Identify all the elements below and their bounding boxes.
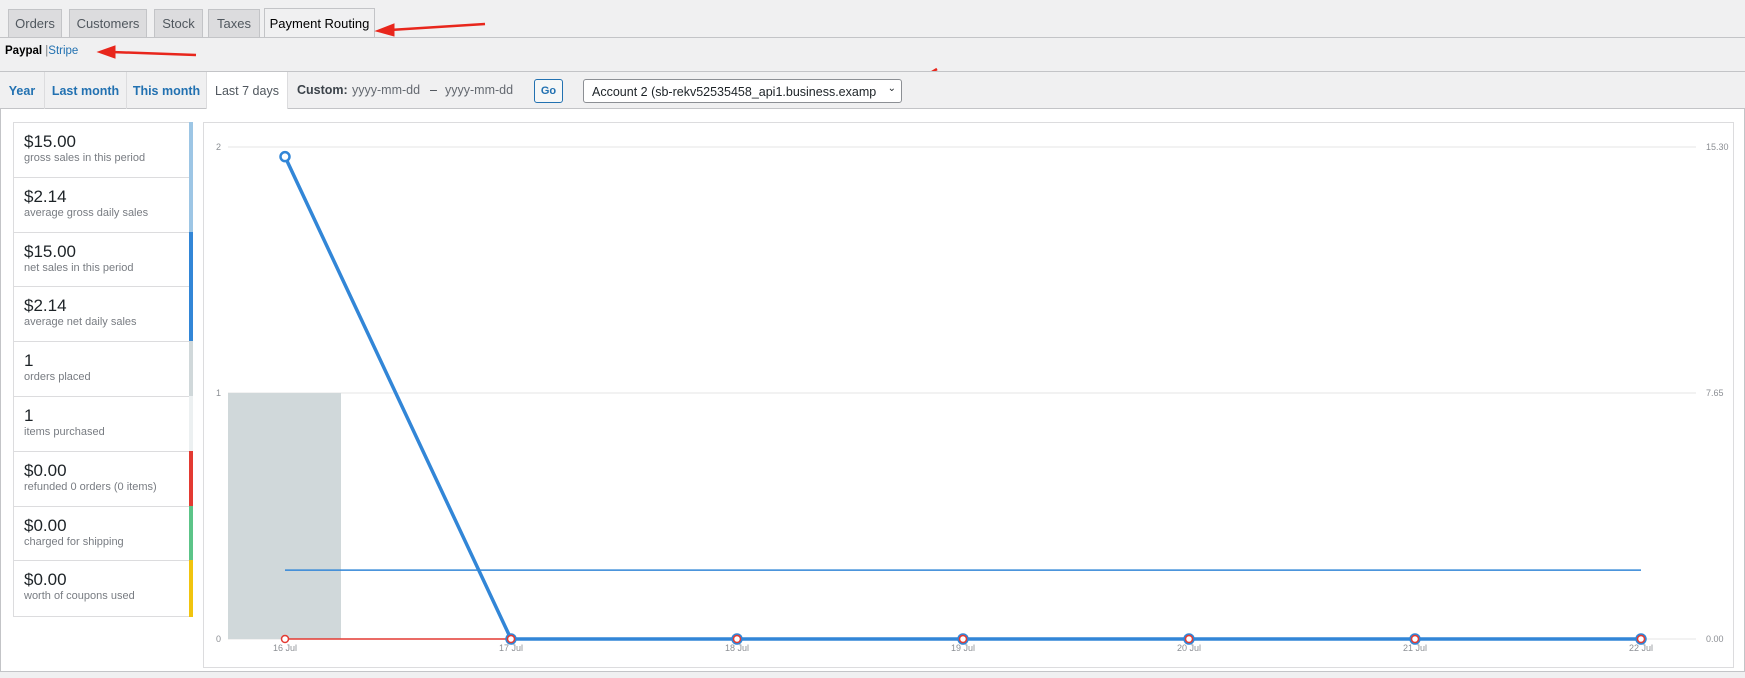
stat-label: items purchased [24, 425, 105, 438]
stat-color-bar [189, 505, 193, 562]
custom-label: Custom: [297, 83, 348, 97]
stats-legend: $15.00 gross sales in this period $2.14 ave… [13, 122, 193, 618]
stat-item[interactable]: 1 items purchased [14, 395, 193, 452]
stat-item[interactable]: $2.14 average net daily sales [14, 286, 193, 343]
orders-bar [228, 393, 341, 639]
left-axis-tick: 0 [216, 634, 221, 644]
refund-point [1184, 634, 1194, 644]
start-date-input[interactable]: yyyy-mm-dd [352, 83, 420, 97]
stat-value: $2.14 [24, 296, 67, 316]
right-axis-tick: 15.30 [1706, 142, 1729, 152]
refund-point [732, 634, 742, 644]
end-date-input[interactable]: yyyy-mm-dd [445, 83, 513, 97]
stat-item[interactable]: $0.00 refunded 0 orders (0 items) [14, 450, 193, 507]
date-dash: – [430, 83, 437, 97]
subnav-stripe[interactable]: Stripe [48, 45, 78, 57]
stat-value: $15.00 [24, 132, 76, 151]
date-range-bar: Year Last month This month Last 7 days C… [0, 71, 1745, 110]
range-last-month[interactable]: Last month [45, 72, 127, 109]
stat-value: $0.00 [24, 515, 67, 535]
refund-point [1636, 634, 1646, 644]
stat-label: refunded 0 orders (0 items) [24, 480, 157, 493]
stat-label: net sales in this period [24, 261, 134, 274]
refund-point [506, 634, 516, 644]
stat-item[interactable]: $15.00 net sales in this period [14, 231, 193, 288]
gross-sales-point [279, 150, 291, 163]
refund-point [280, 634, 290, 644]
stat-value: 1 [24, 351, 34, 371]
range-last-7-days[interactable]: Last 7 days [207, 72, 288, 110]
stat-color-bar [189, 450, 193, 507]
stat-color-bar [189, 286, 193, 343]
account-select-value: Account 2 (sb-rekv52535458_api1.business… [592, 85, 877, 99]
stat-label: orders placed [24, 371, 91, 384]
right-axis-tick: 7.65 [1706, 388, 1724, 398]
stat-value: $2.14 [24, 186, 67, 206]
go-button[interactable]: Go [534, 79, 563, 103]
subnav-paypal[interactable]: Paypal [5, 45, 42, 57]
stat-item[interactable]: $2.14 average gross daily sales [14, 176, 193, 233]
stat-item[interactable]: $0.00 charged for shipping [14, 505, 193, 562]
refund-point [1410, 634, 1420, 644]
chevron-down-icon: ⌄ [887, 83, 896, 94]
account-select[interactable]: Account 2 (sb-rekv52535458_api1.business… [583, 79, 902, 103]
stat-label: average net daily sales [24, 316, 137, 329]
left-axis-tick: 2 [216, 142, 221, 152]
stat-item[interactable]: 1 orders placed [14, 341, 193, 397]
stat-color-bar [189, 231, 193, 288]
stat-label: average gross daily sales [24, 206, 149, 219]
stat-item[interactable]: $15.00 gross sales in this period [14, 122, 193, 178]
right-axis-tick: 0.00 [1706, 634, 1724, 644]
arrow-icon [374, 23, 395, 37]
stat-color-bar [189, 176, 193, 233]
stat-color-bar [189, 122, 193, 178]
stat-value: $15.00 [24, 241, 76, 261]
stat-value: $0.00 [24, 460, 67, 480]
stat-color-bar [189, 341, 193, 397]
stat-color-bar [189, 395, 193, 452]
stat-label: gross sales in this period [24, 152, 146, 164]
sales-chart: 0 1 2 0.00 7.65 15.30 16 Jul 17 Jul 18 Jul 19 Jul… [203, 122, 1734, 668]
arrow-icon [96, 45, 116, 59]
arrow-icon [111, 50, 197, 57]
stat-value: 1 [24, 405, 34, 425]
stat-color-bar [189, 560, 193, 618]
stat-value: $0.00 [24, 570, 67, 590]
refund-point [958, 634, 968, 644]
stat-label: charged for shipping [24, 535, 124, 548]
range-year[interactable]: Year [0, 72, 45, 109]
stat-label: worth of coupons used [24, 590, 135, 603]
range-this-month[interactable]: This month [127, 72, 207, 109]
stat-item[interactable]: $0.00 worth of coupons used [14, 560, 193, 618]
arrow-icon [389, 22, 486, 32]
chart-svg: 0120.007.6515.3016 Jul 17 Jul 18 Jul 19 Jul… [216, 142, 1729, 653]
gateway-subnav: Paypal |Stripe [5, 45, 78, 57]
gross-sales-line [283, 155, 1641, 641]
x-axis-tick: 16 Jul [273, 643, 297, 653]
left-axis-tick: 1 [216, 388, 221, 398]
